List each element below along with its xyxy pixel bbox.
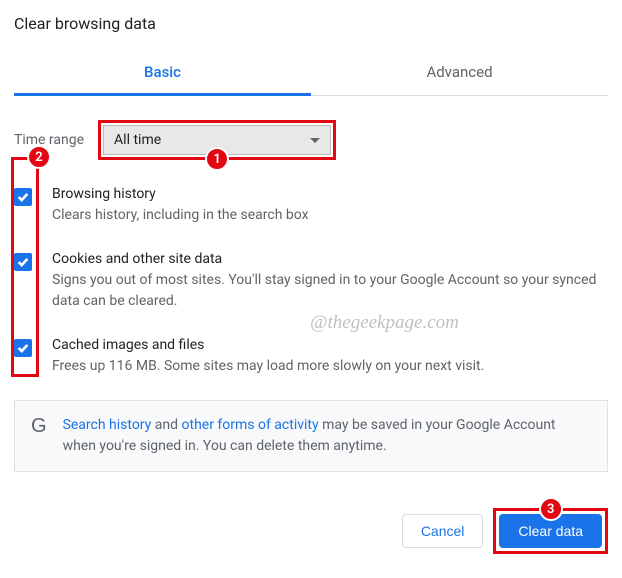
- option-title: Browsing history: [52, 186, 309, 202]
- option-desc: Clears history, including in the search …: [52, 205, 309, 225]
- checkbox-cookies[interactable]: [14, 253, 32, 271]
- option-desc: Signs you out of most sites. You'll stay…: [52, 270, 608, 311]
- annotation-highlight-1: All time 1: [98, 120, 336, 160]
- info-box: G Search history and other forms of acti…: [14, 400, 608, 472]
- checkbox-cached[interactable]: [14, 339, 32, 357]
- dialog-title: Clear browsing data: [14, 14, 608, 33]
- option-cookies: Cookies and other site data Signs you ou…: [14, 251, 608, 311]
- check-icon: [16, 255, 30, 269]
- link-other-activity[interactable]: other forms of activity: [182, 417, 319, 433]
- checkbox-browsing-history[interactable]: [14, 188, 32, 206]
- info-text: Search history and other forms of activi…: [63, 415, 591, 457]
- tab-advanced[interactable]: Advanced: [311, 51, 608, 95]
- option-cached: Cached images and files Frees up 116 MB.…: [14, 337, 608, 376]
- info-text-segment: and: [151, 417, 181, 433]
- tabs: Basic Advanced: [14, 51, 608, 96]
- option-desc: Frees up 116 MB. Some sites may load mor…: [52, 356, 484, 376]
- time-range-select[interactable]: All time: [103, 125, 331, 155]
- clear-data-button[interactable]: Clear data: [499, 514, 602, 548]
- option-browsing-history: Browsing history Clears history, includi…: [14, 186, 608, 225]
- link-search-history[interactable]: Search history: [63, 417, 152, 433]
- time-range-label: Time range: [14, 132, 84, 148]
- annotation-highlight-3: Clear data 3: [493, 508, 608, 554]
- tab-basic[interactable]: Basic: [14, 51, 311, 95]
- time-range-value: All time: [114, 132, 161, 148]
- cancel-button[interactable]: Cancel: [402, 514, 484, 548]
- options-list: Browsing history Clears history, includi…: [14, 186, 608, 376]
- google-logo-icon: G: [31, 415, 47, 438]
- option-title: Cookies and other site data: [52, 251, 608, 267]
- dialog-footer: Cancel Clear data 3: [14, 508, 608, 554]
- check-icon: [16, 341, 30, 355]
- option-title: Cached images and files: [52, 337, 484, 353]
- chevron-down-icon: [310, 138, 320, 143]
- check-icon: [16, 190, 30, 204]
